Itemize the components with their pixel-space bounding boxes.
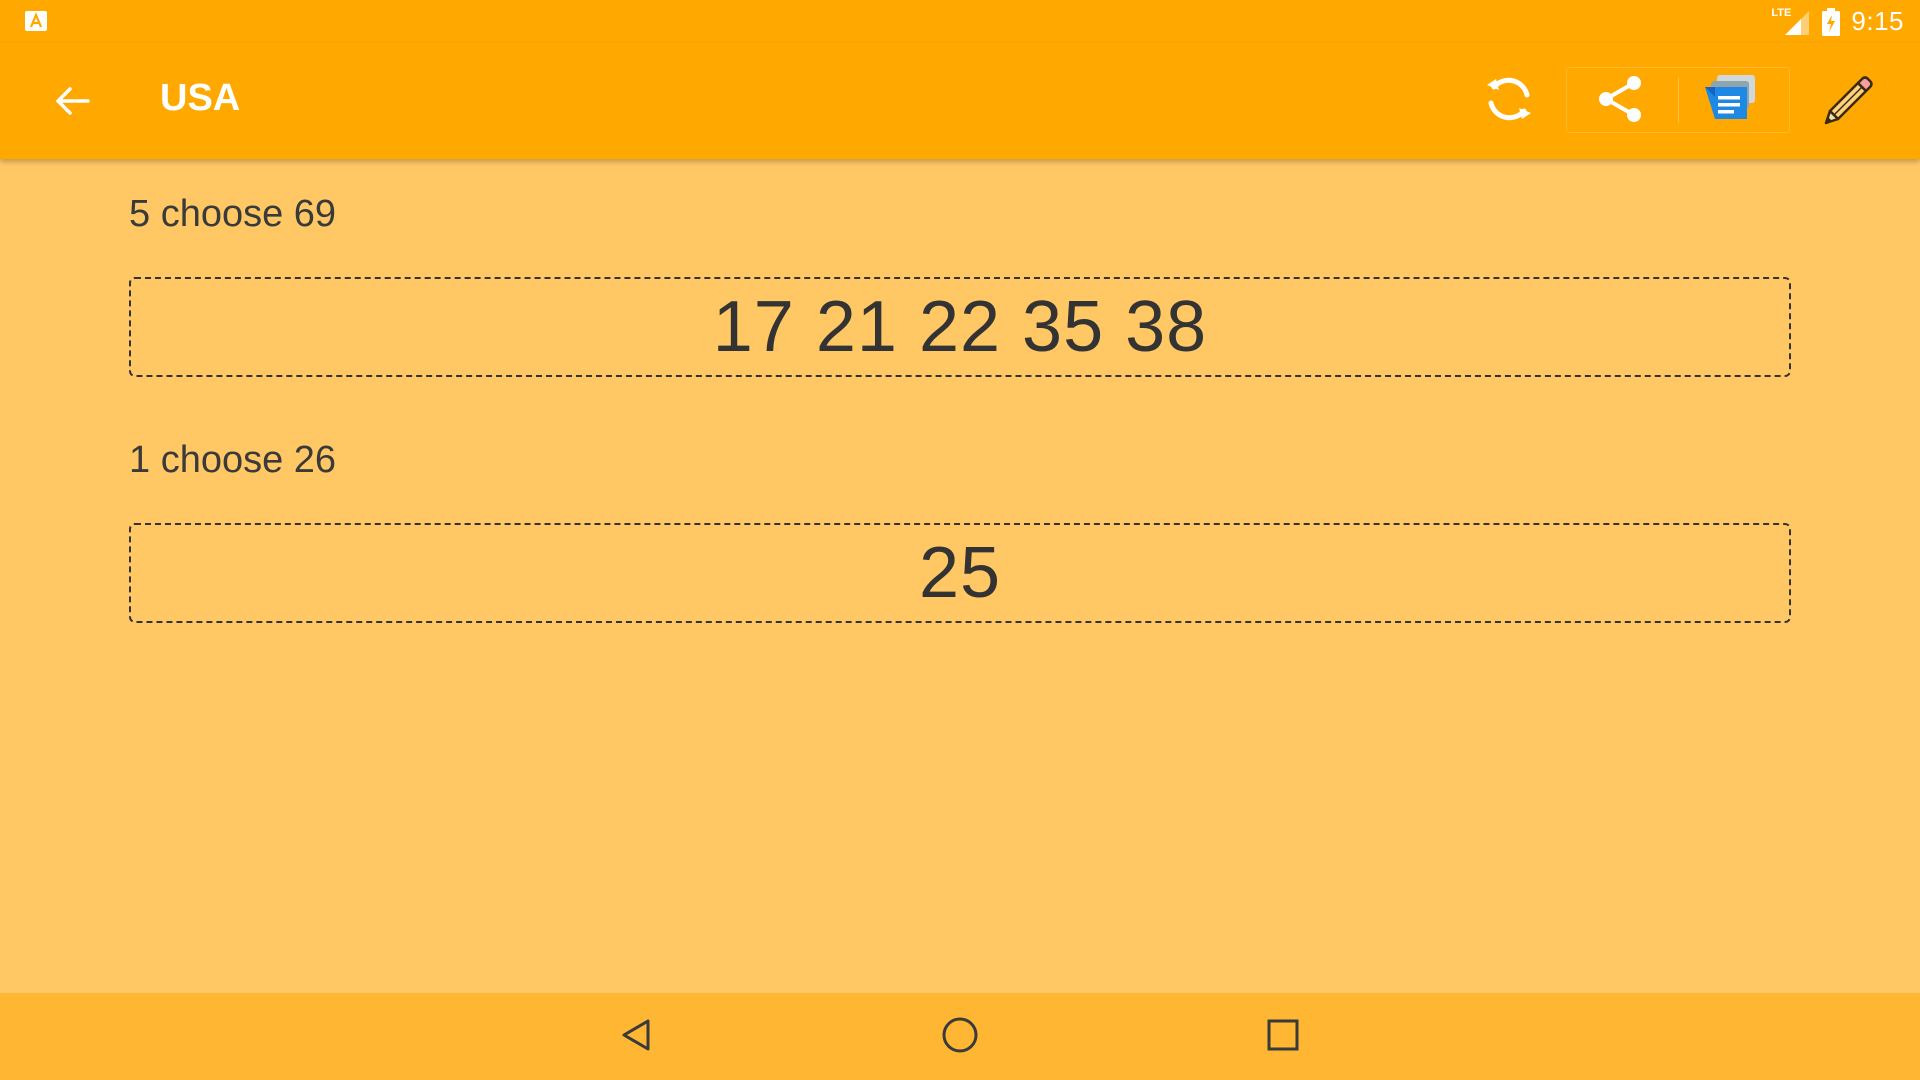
refresh-button[interactable]: [1461, 65, 1557, 137]
draw-numbers-bonus: 25: [918, 533, 1002, 613]
edit-button[interactable]: [1800, 65, 1896, 137]
refresh-icon: [1483, 73, 1535, 130]
draw-result-bonus[interactable]: 25: [129, 523, 1791, 623]
navigation-bar: [0, 993, 1920, 1080]
status-time: 9:15: [1851, 6, 1904, 36]
back-button[interactable]: [40, 71, 104, 135]
nav-home-icon: [940, 1015, 980, 1060]
app-notification-icon: [24, 10, 48, 32]
status-bar: LTE 9:15: [0, 0, 1920, 43]
pencil-icon: [1820, 71, 1876, 132]
app-bar: USA: [0, 43, 1920, 159]
action-divider: [1678, 77, 1679, 123]
draw-numbers-main: 17 21 22 35 38: [712, 287, 1208, 367]
nav-back-icon: [616, 1015, 656, 1060]
nav-back-button[interactable]: [596, 1003, 676, 1071]
status-icons: LTE 9:15: [1771, 0, 1904, 43]
draw-label-main: 5 choose 69: [129, 193, 337, 235]
signal-icon: LTE: [1771, 7, 1811, 37]
message-button[interactable]: [1682, 65, 1778, 137]
nav-recents-icon: [1263, 1015, 1303, 1060]
message-icon: [1701, 73, 1759, 130]
arrow-left-icon: [54, 85, 90, 122]
share-button[interactable]: [1572, 65, 1668, 137]
share-icon: [1594, 73, 1646, 130]
draw-result-main[interactable]: 17 21 22 35 38: [129, 277, 1791, 377]
battery-charging-icon: [1821, 7, 1841, 36]
nav-recents-button[interactable]: [1243, 1003, 1323, 1071]
page-title: USA: [160, 77, 241, 119]
nav-home-button[interactable]: [920, 1003, 1000, 1071]
content-area: 5 choose 69 17 21 22 35 38 1 choose 26 2…: [0, 159, 1920, 993]
draw-label-bonus: 1 choose 26: [129, 439, 337, 481]
